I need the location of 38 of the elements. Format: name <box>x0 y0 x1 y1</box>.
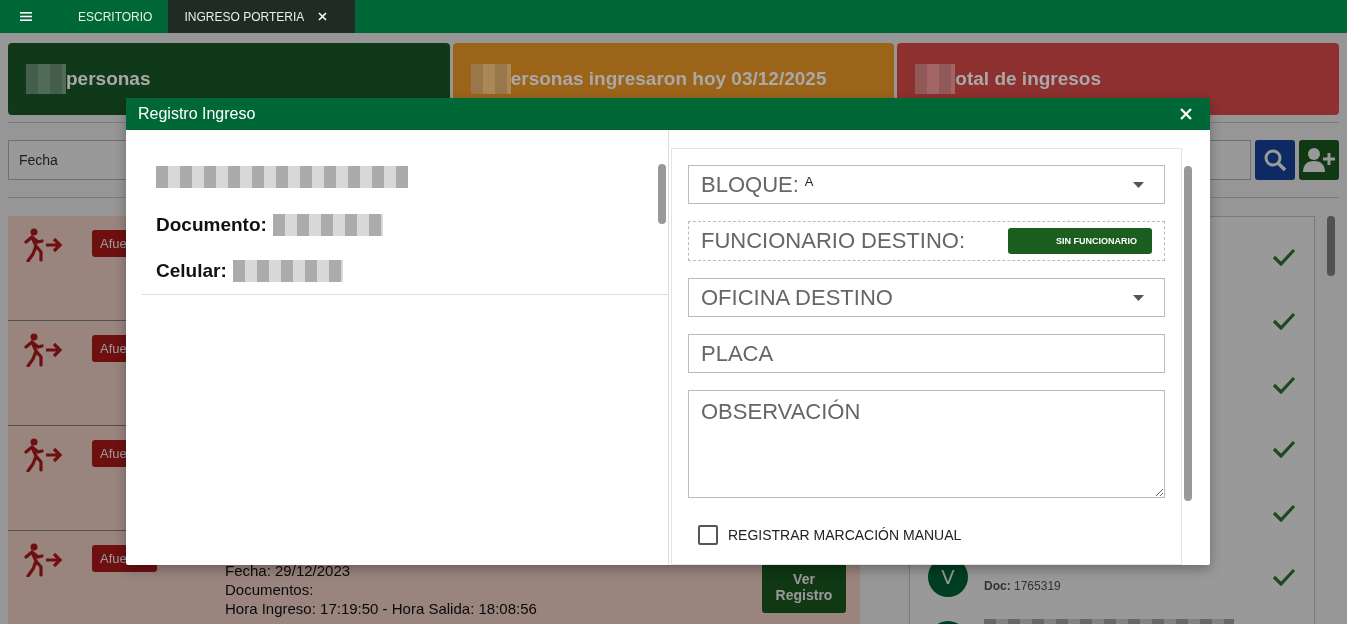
card-text: personas <box>66 68 151 90</box>
detail-label: Documento: <box>156 214 267 236</box>
check-icon <box>1272 504 1296 522</box>
check-icon <box>1272 440 1296 458</box>
block-select[interactable]: BLOQUE: A <box>688 165 1165 204</box>
menu-icon[interactable] <box>20 12 32 21</box>
card-text: ersonas ingresaron hoy 03/12/2025 <box>510 68 827 90</box>
official-picker[interactable]: FUNCIONARIO DESTINO: SIN FUNCIONARIO <box>688 221 1165 261</box>
checkbox[interactable] <box>698 525 718 545</box>
check-icon <box>1272 248 1296 266</box>
close-icon[interactable] <box>318 12 328 21</box>
plate-field[interactable]: PLACA <box>688 334 1165 373</box>
tab[interactable]: ESCRITORIO <box>62 0 169 33</box>
tab[interactable]: INGRESO PORTERIA <box>168 0 356 33</box>
detail-label: Celular: <box>156 260 227 282</box>
check-icon <box>1272 376 1296 394</box>
caret-icon <box>1133 294 1144 301</box>
add-user-icon <box>1302 147 1336 173</box>
check-icon <box>1272 312 1296 330</box>
no-official-button[interactable]: SIN FUNCIONARIO <box>1008 228 1152 254</box>
observation-field[interactable]: OBSERVACIÓN <box>688 390 1165 498</box>
checkbox-label: REGISTRAR MARCACIÓN MANUAL <box>728 527 962 543</box>
redacted-text <box>915 64 956 94</box>
check-icon <box>1272 568 1296 586</box>
record-text: Hora Ingreso: 17:19:50 - Hora Salida: 18:08:56 <box>225 599 537 618</box>
search-button[interactable] <box>1255 140 1295 180</box>
record-text: Documentos: <box>225 580 315 599</box>
visitor-doc: Doc: 1765319 <box>984 579 1061 593</box>
field-label: FUNCIONARIO DESTINO: <box>701 228 965 254</box>
card-text: otal de ingresos <box>955 68 1102 90</box>
add-person-button[interactable] <box>1299 140 1339 180</box>
record-text: Fecha: 29/12/2023 <box>225 561 352 580</box>
close-icon[interactable] <box>1180 108 1192 120</box>
redacted-text <box>26 64 66 94</box>
office-select[interactable]: OFICINA DESTINO <box>688 278 1165 317</box>
redacted-text <box>470 64 511 94</box>
search-icon <box>1263 148 1287 172</box>
dialog-title: Registro Ingreso <box>138 105 256 123</box>
